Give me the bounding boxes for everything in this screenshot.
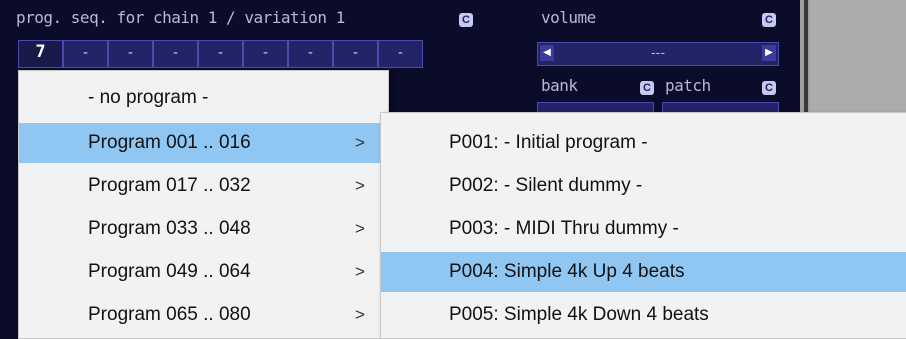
submenu-item-p002[interactable]: P002: - Silent dummy - bbox=[381, 166, 906, 206]
menu-item-label: Program 049 .. 064 bbox=[88, 261, 251, 282]
menu-item-label: Program 001 .. 016 bbox=[88, 132, 251, 153]
copy-icon[interactable]: C bbox=[459, 13, 473, 27]
program-menu: - no program - Program 001 .. 016 > Prog… bbox=[18, 70, 389, 339]
submenu-item-p003[interactable]: P003: - MIDI Thru dummy - bbox=[381, 209, 906, 249]
sequence-cell-5[interactable]: - bbox=[198, 40, 243, 68]
sequence-cell-8[interactable]: - bbox=[333, 40, 378, 68]
sequence-cell-6[interactable]: - bbox=[243, 40, 288, 68]
submenu-item-label: P002: - Silent dummy - bbox=[449, 175, 643, 196]
menu-item-program-001-016[interactable]: Program 001 .. 016 > bbox=[19, 123, 388, 163]
submenu-item-p005[interactable]: P005: Simple 4k Down 4 beats bbox=[381, 295, 906, 335]
sequence-cell-2[interactable]: - bbox=[63, 40, 108, 68]
sequence-cell-7[interactable]: - bbox=[288, 40, 333, 68]
menu-item-program-017-032[interactable]: Program 017 .. 032 > bbox=[19, 166, 388, 206]
sequence-header: prog. seq. for chain 1 / variation 1 bbox=[16, 8, 345, 27]
volume-right-arrow-icon[interactable]: ▶ bbox=[762, 45, 776, 61]
menu-item-label: Program 017 .. 032 bbox=[88, 175, 251, 196]
submenu-arrow-icon: > bbox=[355, 133, 365, 152]
menu-item-label: Program 033 .. 048 bbox=[88, 218, 251, 239]
sequence-cell-1[interactable]: 7 bbox=[18, 40, 63, 68]
bank-copy-icon[interactable]: C bbox=[640, 81, 654, 95]
menu-item-program-033-048[interactable]: Program 033 .. 048 > bbox=[19, 209, 388, 249]
sequence-cell-4[interactable]: - bbox=[153, 40, 198, 68]
bank-label: bank bbox=[541, 76, 578, 95]
menu-item-no-program[interactable]: - no program - bbox=[19, 78, 388, 118]
menu-item-program-049-064[interactable]: Program 049 .. 064 > bbox=[19, 252, 388, 292]
program-submenu: P001: - Initial program - P002: - Silent… bbox=[380, 112, 906, 339]
volume-value: --- bbox=[650, 46, 666, 61]
sequence-cell-3[interactable]: - bbox=[108, 40, 153, 68]
menu-item-label: - no program - bbox=[88, 87, 209, 108]
submenu-arrow-icon: > bbox=[355, 262, 365, 281]
patch-copy-icon[interactable]: C bbox=[762, 81, 776, 95]
sequence-cell-9[interactable]: - bbox=[378, 40, 423, 68]
submenu-item-label: P005: Simple 4k Down 4 beats bbox=[449, 304, 709, 325]
submenu-arrow-icon: > bbox=[355, 176, 365, 195]
volume-copy-icon[interactable]: C bbox=[762, 13, 776, 27]
volume-label: volume bbox=[541, 8, 596, 27]
volume-slider[interactable]: ◀ --- ▶ bbox=[537, 42, 779, 66]
menu-item-label: Program 065 .. 080 bbox=[88, 304, 251, 325]
submenu-arrow-icon: > bbox=[355, 219, 365, 238]
submenu-item-label: P001: - Initial program - bbox=[449, 132, 648, 153]
menu-item-program-065-080[interactable]: Program 065 .. 080 > bbox=[19, 295, 388, 335]
submenu-arrow-icon: > bbox=[355, 305, 365, 324]
submenu-item-label: P003: - MIDI Thru dummy - bbox=[449, 218, 679, 239]
submenu-item-p001[interactable]: P001: - Initial program - bbox=[381, 123, 906, 163]
submenu-item-p004[interactable]: P004: Simple 4k Up 4 beats bbox=[381, 252, 906, 292]
submenu-item-label: P004: Simple 4k Up 4 beats bbox=[449, 261, 685, 282]
patch-label: patch bbox=[665, 76, 711, 95]
